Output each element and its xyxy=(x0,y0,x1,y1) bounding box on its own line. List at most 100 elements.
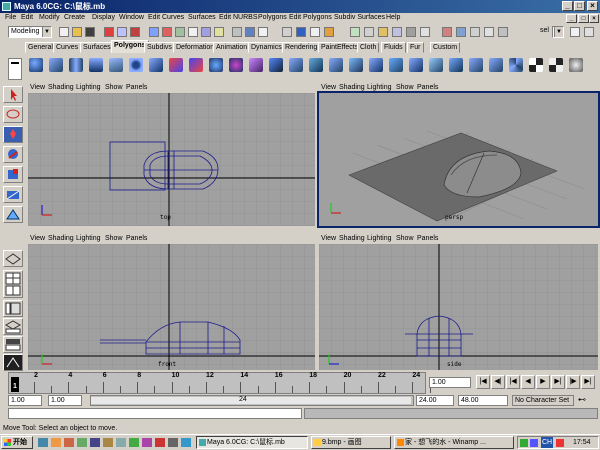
doc-restore-button[interactable]: □ xyxy=(578,14,589,23)
mask-icon-2[interactable] xyxy=(162,27,172,37)
quicklaunch-icon-6[interactable] xyxy=(103,438,113,447)
vp-menu-panels[interactable]: Panels xyxy=(126,235,147,242)
boolean-union-icon[interactable] xyxy=(209,58,223,72)
menu-edit-nurbs[interactable]: Edit NURBS xyxy=(219,14,258,21)
vp-menu-view[interactable]: View xyxy=(30,235,45,242)
ime-language-indicator[interactable]: CH xyxy=(541,437,554,448)
bevel-icon[interactable] xyxy=(349,58,363,72)
menu-subdiv-surfaces[interactable]: Subdiv Surfaces xyxy=(334,14,385,21)
vp-menu-show[interactable]: Show xyxy=(396,235,414,242)
poly-prism-icon[interactable] xyxy=(149,58,163,72)
tab-cloth[interactable]: Cloth xyxy=(357,42,380,53)
pivot-icon[interactable] xyxy=(484,27,494,37)
merge-vertices-icon[interactable] xyxy=(429,58,443,72)
vp-menu-shading[interactable]: Shading xyxy=(339,235,365,242)
step-forward-button[interactable]: ▶| xyxy=(551,375,565,389)
poly-cube-icon[interactable] xyxy=(49,58,63,72)
viewport-persp[interactable]: View Shading Lighting Show Panels persp xyxy=(317,83,600,228)
sound-icon[interactable] xyxy=(442,27,452,37)
goto-end-button[interactable]: ▶| xyxy=(581,375,595,389)
menu-help[interactable]: Help xyxy=(386,14,400,21)
range-slider-bar[interactable] xyxy=(91,397,411,404)
play-forward-button[interactable]: ▶ xyxy=(536,375,550,389)
new-scene-icon[interactable] xyxy=(59,27,69,37)
quicklaunch-icon-4[interactable] xyxy=(77,438,87,447)
render-icon[interactable] xyxy=(245,27,255,37)
render-view-icon[interactable] xyxy=(324,27,334,37)
ie-icon[interactable] xyxy=(51,438,61,447)
wedge-face-icon[interactable] xyxy=(389,58,403,72)
layout-four-button[interactable] xyxy=(3,270,23,298)
cut-faces-icon[interactable] xyxy=(489,58,503,72)
tab-polygons[interactable]: Polygons xyxy=(111,40,149,53)
spherical-map-icon[interactable] xyxy=(569,58,583,72)
command-input[interactable] xyxy=(8,408,302,419)
history-icon[interactable] xyxy=(232,27,242,37)
poly-plane-icon[interactable] xyxy=(109,58,123,72)
vp-menu-lighting[interactable]: Lighting xyxy=(76,84,101,91)
save-scene-icon[interactable] xyxy=(85,27,95,37)
split-polygon-icon[interactable] xyxy=(369,58,383,72)
animation-start-field[interactable]: 1.00 xyxy=(8,395,42,406)
poly-cone-icon[interactable] xyxy=(89,58,103,72)
menu-display[interactable]: Display xyxy=(92,14,115,21)
sel-dropdown[interactable]: ▼ xyxy=(552,26,564,38)
manipulator-tool-button[interactable] xyxy=(3,186,23,203)
menu-polygons[interactable]: Polygons xyxy=(258,14,287,21)
tab-subdivs[interactable]: Subdivs xyxy=(144,42,175,53)
layer-icon[interactable] xyxy=(406,27,416,37)
desktop-icon[interactable] xyxy=(38,438,48,447)
snap-point-icon[interactable] xyxy=(214,27,224,37)
ipr-icon[interactable] xyxy=(258,27,268,37)
key-icon[interactable]: ⊷ xyxy=(578,395,598,406)
open-scene-icon[interactable] xyxy=(72,27,82,37)
subdivide-icon[interactable] xyxy=(509,58,523,72)
range-slider[interactable]: 24 xyxy=(90,395,414,406)
layout-hypershade-button[interactable] xyxy=(3,336,23,353)
poly-cylinder-icon[interactable] xyxy=(69,58,83,72)
planar-map-icon[interactable] xyxy=(549,58,563,72)
menu-edit-polygons[interactable]: Edit Polygons xyxy=(289,14,332,21)
menu-create[interactable]: Create xyxy=(64,14,85,21)
vp-menu-show[interactable]: Show xyxy=(105,84,123,91)
mode-dropdown[interactable]: Modeling ▼ xyxy=(8,26,52,38)
quicklaunch-icon-7[interactable] xyxy=(116,438,126,447)
menu-window[interactable]: Window xyxy=(119,14,144,21)
vp-menu-view[interactable]: View xyxy=(321,84,336,91)
viewport-canvas[interactable]: top xyxy=(28,93,315,226)
viewport-top[interactable]: View Shading Lighting Show Panels top xyxy=(26,83,317,228)
taskbar-item-paint[interactable]: 9.bmp - 画图 xyxy=(311,436,391,449)
snap-grid-icon[interactable] xyxy=(188,27,198,37)
tray-icon-2[interactable] xyxy=(530,439,538,447)
vp-menu-shading[interactable]: Shading xyxy=(48,235,74,242)
extrude-edge-icon[interactable] xyxy=(329,58,343,72)
tool-settings-icon[interactable] xyxy=(420,27,430,37)
taskbar-item-maya[interactable]: Maya 6.0CG: C:\鼠标.mb xyxy=(196,436,308,449)
quicklaunch-icon-5[interactable] xyxy=(90,438,100,447)
select-component-icon[interactable] xyxy=(130,27,140,37)
snap-curve-icon[interactable] xyxy=(201,27,211,37)
tab-general[interactable]: General xyxy=(25,42,56,53)
vp-menu-show[interactable]: Show xyxy=(396,84,414,91)
lasso-tool-button[interactable] xyxy=(3,106,23,123)
layout-persp-outliner-button[interactable] xyxy=(3,300,23,317)
viewport-canvas[interactable]: persp xyxy=(317,91,600,228)
smooth-icon[interactable] xyxy=(249,58,263,72)
extrude-face-icon[interactable] xyxy=(309,58,323,72)
goto-start-button[interactable]: |◀ xyxy=(476,375,490,389)
mask-icon-1[interactable] xyxy=(149,27,159,37)
vp-menu-lighting[interactable]: Lighting xyxy=(367,84,392,91)
layout-single-button[interactable] xyxy=(3,250,23,267)
separate-icon[interactable] xyxy=(189,58,203,72)
menu-modify[interactable]: Modify xyxy=(39,14,60,21)
minimize-button[interactable]: _ xyxy=(562,1,573,11)
channel-icon[interactable] xyxy=(392,27,402,37)
animation-end-field[interactable]: 48.00 xyxy=(458,395,508,406)
maximize-button[interactable]: □ xyxy=(574,1,585,11)
taskbar-item-winamp[interactable]: 家 - 想飞的水 - Winamp ... xyxy=(394,436,514,449)
misc-icon[interactable] xyxy=(498,27,508,37)
vp-menu-shading[interactable]: Shading xyxy=(48,84,74,91)
tray-icon-1[interactable] xyxy=(520,439,528,447)
vp-menu-shading[interactable]: Shading xyxy=(339,84,365,91)
viewport-side[interactable]: View Shading Lighting Show Panels side xyxy=(317,234,600,372)
